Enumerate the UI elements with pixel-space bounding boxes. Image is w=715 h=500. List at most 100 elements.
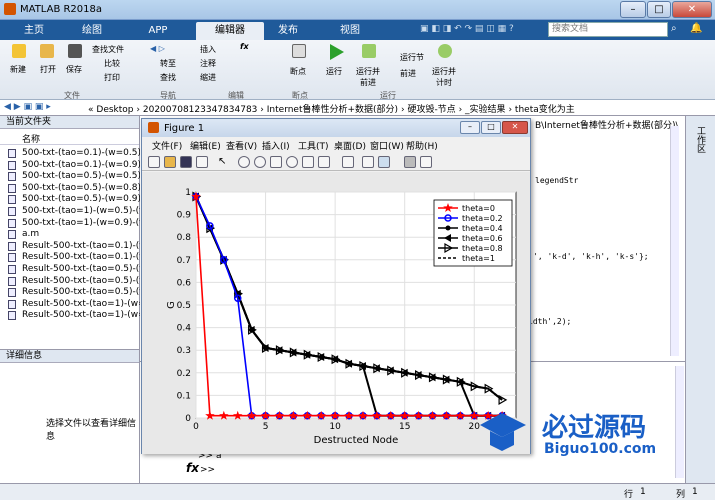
tab-plots[interactable]: 绘图 xyxy=(66,22,118,40)
figure-menu-item[interactable]: 编辑(E) xyxy=(190,139,221,152)
quick-access-toolbar[interactable]: ▣ ◧ ◨ ↶ ↷ ▤ ◫ ▦ ? xyxy=(420,24,540,36)
editor-scrollbar[interactable] xyxy=(670,126,679,356)
run-section-button[interactable]: 运行节 xyxy=(400,52,424,63)
figure-menu-item[interactable]: 查看(V) xyxy=(226,139,257,152)
tab-home[interactable]: 主页 xyxy=(8,22,60,40)
close-button[interactable]: ✕ xyxy=(672,1,712,18)
breakpoint-icon[interactable] xyxy=(292,44,306,58)
run-time-button[interactable]: 运行并 计时 xyxy=(432,66,456,88)
data-cursor-icon[interactable] xyxy=(302,156,314,168)
status-bar: 行 1 列 1 xyxy=(0,483,715,500)
figure-menu-item[interactable]: 工具(T) xyxy=(298,139,329,152)
file-list-item[interactable]: Result-500-txt-(tao=0.5)-(w= xyxy=(22,276,154,286)
run-advance-icon[interactable] xyxy=(362,44,376,58)
rotate-icon[interactable] xyxy=(286,156,298,168)
figure-menu-item[interactable]: 插入(I) xyxy=(262,139,290,152)
new-button[interactable]: 新建 xyxy=(10,64,26,75)
zoom-out-icon[interactable] xyxy=(254,156,266,168)
figure-menu-item[interactable]: 文件(F) xyxy=(152,139,182,152)
command-input[interactable]: >> xyxy=(200,465,215,475)
y-tick-label: 0.7 xyxy=(177,256,191,266)
figure-window[interactable]: Figure 1 – □ ✕ 文件(F) 编辑(E) 查看(V) 插入(I) 工具(T)… xyxy=(141,118,531,454)
file-list-item[interactable]: 500-txt-(tao=0.5)-(w=0.8)-(t xyxy=(22,183,151,193)
file-list-item[interactable]: 500-txt-(tao=0.1)-(w=0.5)-(t xyxy=(22,148,151,158)
breadcrumb-item[interactable]: 20200708123347834783 xyxy=(143,105,258,115)
run-advance-button[interactable]: 运行并 前进 xyxy=(356,66,380,88)
figure-maximize-button[interactable]: □ xyxy=(481,121,501,134)
zoom-in-icon[interactable] xyxy=(238,156,250,168)
find-button[interactable]: 查找 xyxy=(160,72,176,83)
show-plot-tools-icon[interactable] xyxy=(420,156,432,168)
print-button[interactable]: 打印 xyxy=(104,72,120,83)
file-list-item[interactable]: Result-500-txt-(tao=0.1)-(w= xyxy=(22,241,154,251)
file-list-item[interactable]: Result-500-txt-(tao=1)-(w=0 xyxy=(22,299,151,309)
link-plot-icon[interactable] xyxy=(342,156,354,168)
run-time-icon[interactable] xyxy=(438,44,452,58)
insert-colorbar-icon[interactable] xyxy=(362,156,374,168)
workspace-tab[interactable]: 工作区 xyxy=(694,126,707,153)
file-list-item[interactable]: 500-txt-(tao=1)-(w=0.9)-(the xyxy=(22,218,154,228)
file-list-item[interactable]: 500-txt-(tao=0.5)-(w=0.5)-(t xyxy=(22,171,151,181)
fx-button[interactable]: fx xyxy=(240,42,249,51)
file-list-item[interactable]: Result-500-txt-(tao=1)-(w=0 xyxy=(22,310,151,320)
breadcrumb-item[interactable]: _实验结果 xyxy=(465,105,506,115)
tab-view[interactable]: 视图 xyxy=(324,22,376,40)
details-header: 详细信息 xyxy=(0,350,139,363)
goto-button[interactable]: 转至 xyxy=(160,58,176,69)
back-forward-icon[interactable]: ◀ ▷ xyxy=(150,44,165,53)
search-icon[interactable]: ⌕ xyxy=(671,23,677,34)
hide-plot-tools-icon[interactable] xyxy=(404,156,416,168)
save-button[interactable]: 保存 xyxy=(66,64,82,75)
insert-legend-icon[interactable] xyxy=(378,156,390,168)
open-folder-icon[interactable] xyxy=(40,44,54,58)
new-figure-icon[interactable] xyxy=(148,156,160,168)
save-figure-icon[interactable] xyxy=(180,156,192,168)
compare-button[interactable]: 比较 xyxy=(104,58,120,69)
new-icon[interactable] xyxy=(12,44,26,58)
run-button[interactable]: 运行 xyxy=(326,66,342,77)
file-list-item[interactable]: 500-txt-(tao=1)-(w=0.5)-(the xyxy=(22,206,154,216)
open-file-icon[interactable] xyxy=(164,156,176,168)
breadcrumb[interactable]: « Desktop › 20200708123347834783 › Inter… xyxy=(88,102,575,115)
file-list-item[interactable]: a.m xyxy=(22,229,39,239)
breakpoint-button[interactable]: 断点 xyxy=(290,66,306,77)
tab-apps[interactable]: APP xyxy=(130,22,186,40)
open-button[interactable]: 打开 xyxy=(40,64,56,75)
file-list-item[interactable]: Result-500-txt-(tao=0.5)-(w= xyxy=(22,287,154,297)
brush-icon[interactable] xyxy=(318,156,330,168)
find-files-button[interactable]: 查找文件 xyxy=(92,44,124,55)
file-list-item[interactable]: Result-500-txt-(tao=0.1)-(w= xyxy=(22,252,154,262)
save-icon[interactable] xyxy=(68,44,82,58)
tab-editor[interactable]: 编辑器 xyxy=(196,22,264,40)
figure-menu-item[interactable]: 帮助(H) xyxy=(406,139,438,152)
file-list-item[interactable]: 500-txt-(tao=0.1)-(w=0.9)-(t xyxy=(22,160,151,170)
minimize-button[interactable]: – xyxy=(620,1,646,18)
breadcrumb-item[interactable]: Desktop xyxy=(96,105,133,115)
maximize-button[interactable]: □ xyxy=(647,1,671,18)
run-icon[interactable] xyxy=(330,44,344,60)
figure-close-button[interactable]: ✕ xyxy=(502,121,528,134)
advance-button[interactable]: 前进 xyxy=(400,68,416,79)
figure-menu-item[interactable]: 桌面(D) xyxy=(334,139,366,152)
insert-button[interactable]: 插入 xyxy=(200,44,216,55)
figure-menu-item[interactable]: 窗口(W) xyxy=(370,139,404,152)
fx-icon[interactable]: fx xyxy=(186,461,199,475)
figure-minimize-button[interactable]: – xyxy=(460,121,480,134)
address-bar[interactable]: ◀ ▶ ▣ ▣ ▸ « Desktop › 202007081233478347… xyxy=(0,100,715,116)
figure-title-bar[interactable]: Figure 1 – □ ✕ xyxy=(142,119,530,137)
print-figure-icon[interactable] xyxy=(196,156,208,168)
search-input[interactable]: 搜索文档 xyxy=(548,22,668,37)
pointer-icon[interactable]: ↖ xyxy=(218,156,230,168)
notification-icon[interactable]: 🔔 xyxy=(690,23,702,34)
file-list-item[interactable]: 500-txt-(tao=0.5)-(w=0.9)-(t xyxy=(22,194,151,204)
tab-publish[interactable]: 发布 xyxy=(262,22,314,40)
breadcrumb-item[interactable]: theta变化为主 xyxy=(515,105,575,115)
nav-arrows-icon[interactable]: ◀ ▶ ▣ ▣ ▸ xyxy=(4,102,51,112)
file-list-item[interactable]: Result-500-txt-(tao=0.5)-(w= xyxy=(22,264,154,274)
indent-button[interactable]: 缩进 xyxy=(200,72,216,83)
breadcrumb-item[interactable]: 硬攻毁-节点 xyxy=(407,105,455,115)
comment-button[interactable]: 注释 xyxy=(200,58,216,69)
breadcrumb-item[interactable]: Internet鲁棒性分析+数据(部分) xyxy=(267,105,398,115)
file-icon xyxy=(8,288,16,298)
pan-icon[interactable] xyxy=(270,156,282,168)
